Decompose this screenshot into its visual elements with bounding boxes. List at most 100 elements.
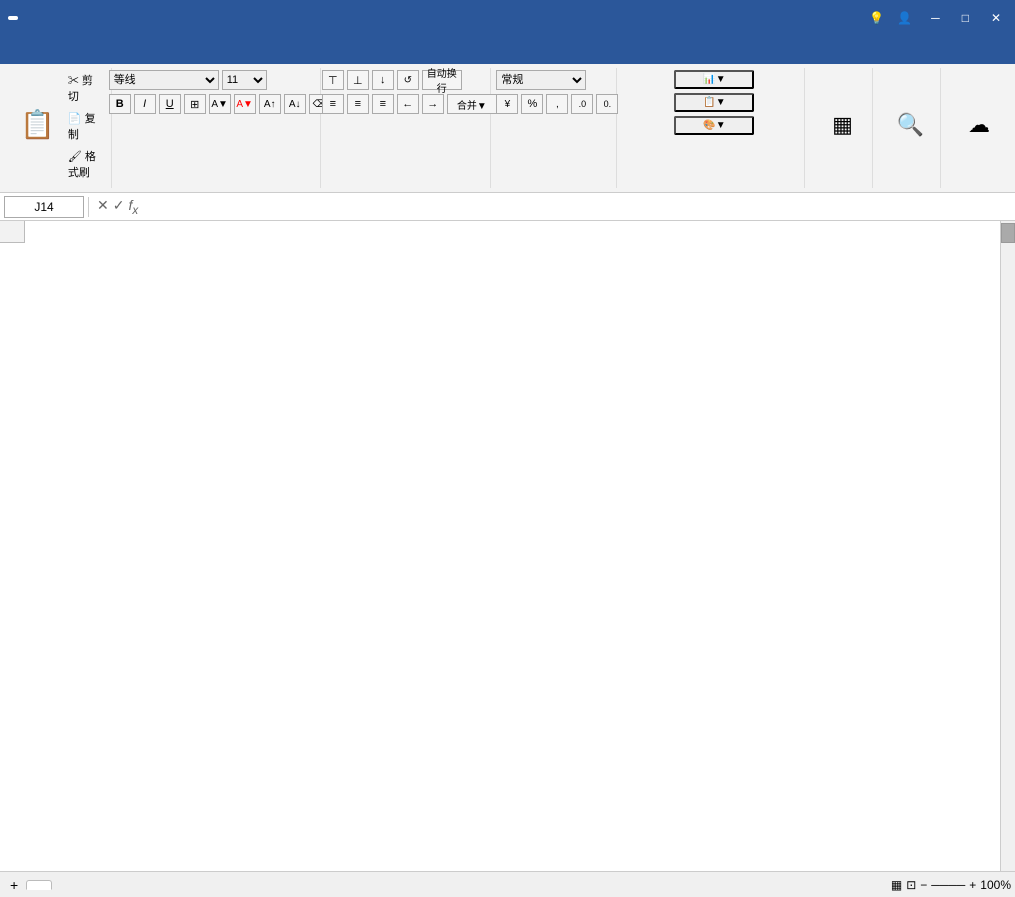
increase-indent-btn[interactable]: → (422, 94, 444, 114)
conditional-format-btn[interactable]: 📊 ▼ (674, 70, 754, 89)
paste-icon: 📋 (20, 111, 55, 139)
formula-divider (88, 197, 89, 217)
font-group: 等线 11 B I U ⊞ A▼ A▼ A↑ A↓ ⌫ (120, 68, 321, 188)
title-bar: 💡 👤 ─ □ ✕ (0, 0, 1015, 36)
currency-btn[interactable]: ¥ (496, 94, 518, 114)
status-area: ▦ ⊡ − ──── + 100% (887, 878, 1011, 892)
align-right-btn[interactable]: ≡ (372, 94, 394, 114)
menu-bar (0, 36, 1015, 64)
number-format-select[interactable]: 常规 (496, 70, 586, 90)
align-content: ⊤ ⊥ ↓ ↺ 自动换行 ≡ ≡ ≡ ← → 合并▼ (322, 70, 497, 182)
tell-me-btn[interactable]: 💡 (869, 11, 887, 25)
align-top-row: ⊤ ⊥ ↓ ↺ 自动换行 (322, 70, 462, 90)
cell-content: ▦ (826, 70, 859, 182)
zoom-slider[interactable]: ──── (931, 878, 965, 892)
edit-group: 🔍 (881, 68, 941, 188)
minimize-btn[interactable]: ─ (925, 11, 946, 25)
align-top-btn[interactable]: ⊤ (322, 70, 344, 90)
font-size-select[interactable]: 11 (222, 70, 267, 90)
font-name-row: 等线 11 (109, 70, 267, 90)
format-painter-btn[interactable]: 🖌 格式刷 (65, 146, 103, 182)
edit-content: 🔍 (891, 70, 930, 182)
style-content: 📊 ▼ 📋 ▼ 🎨 ▼ (674, 70, 754, 182)
align-bottom-btn[interactable]: ↓ (372, 70, 394, 90)
cancel-formula-icon[interactable]: ✕ (97, 197, 109, 217)
save-group: ☁ (949, 68, 1009, 188)
sheet-tabs: + ▦ ⊡ − ──── + 100% (0, 871, 1015, 897)
sheet-container: + ▦ ⊡ − ──── + 100% (0, 221, 1015, 897)
app-logo (8, 16, 18, 20)
zoom-out-btn[interactable]: − (920, 878, 927, 892)
sheet-scroll-area (0, 221, 1015, 871)
table-format-btn[interactable]: 📋 ▼ (674, 93, 754, 112)
cell-reference-box[interactable] (4, 196, 84, 218)
formula-input[interactable] (146, 196, 1011, 218)
view-page-btn[interactable]: ⊡ (906, 878, 916, 892)
cell-style-btn[interactable]: 🎨 ▼ (674, 116, 754, 135)
insert-function-icon[interactable]: fx (128, 197, 138, 217)
bold-btn[interactable]: B (109, 94, 131, 114)
edit-btn[interactable]: 🔍 (891, 96, 930, 156)
share-btn[interactable]: 👤 (897, 11, 915, 25)
view-normal-btn[interactable]: ▦ (891, 878, 902, 892)
align-center-btn[interactable]: ≡ (347, 94, 369, 114)
save-icon: ☁ (968, 112, 990, 138)
align-left-row: ≡ ≡ ≡ ← → 合并▼ (322, 94, 497, 114)
zoom-level: 100% (980, 878, 1011, 892)
comma-btn[interactable]: , (546, 94, 568, 114)
align-left-btn[interactable]: ≡ (322, 94, 344, 114)
cell-style-row: 🎨 ▼ (674, 116, 754, 135)
title-bar-right: 💡 👤 ─ □ ✕ (869, 11, 1007, 25)
ribbon: 📋 ✂ 剪切 📄 复制 🖌 格式刷 等线 11 B (0, 64, 1015, 193)
title-bar-left (8, 16, 34, 20)
decrease-indent-btn[interactable]: ← (397, 94, 419, 114)
clipboard-content: 📋 ✂ 剪切 📄 复制 🖌 格式刷 (14, 70, 103, 182)
font-name-select[interactable]: 等线 (109, 70, 219, 90)
percent-btn[interactable]: % (521, 94, 543, 114)
cell-btn[interactable]: ▦ (826, 96, 859, 156)
fill-color-btn[interactable]: A▼ (209, 94, 231, 114)
zoom-in-btn[interactable]: + (969, 878, 976, 892)
font-size-up-btn[interactable]: A↑ (259, 94, 281, 114)
italic-btn[interactable]: I (134, 94, 156, 114)
rotate-btn[interactable]: ↺ (397, 70, 419, 90)
align-group: ⊤ ⊥ ↓ ↺ 自动换行 ≡ ≡ ≡ ← → 合并▼ (329, 68, 491, 188)
font-color-btn[interactable]: A▼ (234, 94, 256, 114)
align-middle-btn[interactable]: ⊥ (347, 70, 369, 90)
corner-cell (0, 221, 25, 243)
font-style-row: B I U ⊞ A▼ A▼ A↑ A↓ ⌫ (109, 94, 331, 114)
underline-btn[interactable]: U (159, 94, 181, 114)
number-group: 常规 ¥ % , .0 0. (499, 68, 617, 188)
copy-btn[interactable]: 📄 复制 (65, 108, 103, 144)
grid-with-headers (0, 243, 1000, 871)
cell-group: ▦ (813, 68, 873, 188)
grid-container (0, 243, 1000, 871)
cut-copy-format: ✂ 剪切 📄 复制 🖌 格式刷 (65, 70, 103, 182)
border-btn[interactable]: ⊞ (184, 94, 206, 114)
vertical-scrollbar[interactable] (1000, 221, 1015, 871)
number-btns-row: ¥ % , .0 0. (496, 94, 618, 114)
close-btn[interactable]: ✕ (985, 11, 1007, 25)
save-baidu-btn[interactable]: ☁ (962, 96, 996, 156)
maximize-btn[interactable]: □ (956, 11, 975, 25)
cond-format-row: 📊 ▼ (674, 70, 754, 89)
scrollbar-thumb[interactable] (1001, 223, 1015, 243)
table-style-row: 📋 ▼ (674, 93, 754, 112)
sheet-tab-1[interactable] (26, 880, 52, 890)
formula-bar: ✕ ✓ fx (0, 193, 1015, 221)
add-sheet-btn[interactable]: + (4, 877, 24, 893)
font-size-down-btn[interactable]: A↓ (284, 94, 306, 114)
col-headers-row (0, 221, 1000, 243)
confirm-formula-icon[interactable]: ✓ (113, 197, 125, 217)
paste-btn[interactable]: 📋 (14, 96, 61, 156)
increase-decimal-btn[interactable]: .0 (571, 94, 593, 114)
formula-icons: ✕ ✓ fx (93, 197, 142, 217)
decrease-decimal-btn[interactable]: 0. (596, 94, 618, 114)
cell-icon: ▦ (832, 112, 853, 138)
merge-btn[interactable]: 合并▼ (447, 94, 497, 114)
edit-icon: 🔍 (897, 112, 924, 138)
wrap-btn[interactable]: 自动换行 (422, 70, 462, 90)
cut-btn[interactable]: ✂ 剪切 (65, 70, 103, 106)
grid-area (0, 221, 1000, 871)
style-group: 📊 ▼ 📋 ▼ 🎨 ▼ (625, 68, 805, 188)
